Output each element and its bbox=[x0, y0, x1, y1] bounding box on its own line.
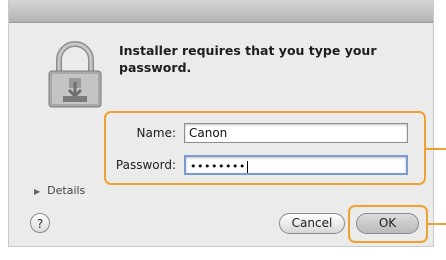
name-label: Name: bbox=[136, 126, 176, 140]
details-label: Details bbox=[47, 184, 86, 197]
details-disclosure[interactable]: ▶ Details bbox=[34, 184, 85, 197]
form-callout-line bbox=[426, 148, 446, 150]
password-dots: •••••••• bbox=[190, 160, 246, 173]
help-button[interactable]: ? bbox=[30, 213, 50, 233]
title-bar[interactable] bbox=[9, 0, 433, 23]
ok-callout-line bbox=[428, 223, 446, 225]
name-field[interactable]: Canon bbox=[184, 123, 408, 143]
text-caret bbox=[246, 160, 248, 173]
password-field[interactable]: •••••••• bbox=[184, 155, 408, 175]
dialog-message: Installer requires that you type your pa… bbox=[119, 43, 377, 75]
disclosure-triangle-icon: ▶ bbox=[34, 187, 41, 196]
ok-button[interactable]: OK bbox=[356, 213, 419, 234]
cancel-button[interactable]: Cancel bbox=[279, 213, 345, 234]
lock-icon bbox=[48, 41, 102, 108]
password-label: Password: bbox=[115, 158, 176, 172]
